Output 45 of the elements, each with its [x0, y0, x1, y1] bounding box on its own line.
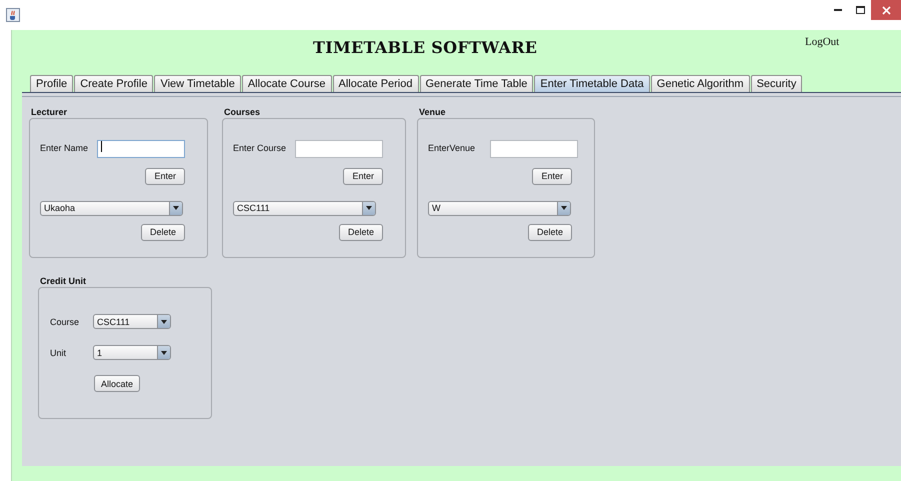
tab[interactable]: Allocate Course [242, 75, 332, 92]
tab[interactable]: Enter Timetable Data [534, 75, 650, 92]
close-button[interactable] [871, 0, 901, 20]
group-title: Credit Unit [40, 275, 87, 287]
tab[interactable]: Generate Time Table [420, 75, 534, 92]
tab[interactable]: Allocate Period [332, 75, 418, 92]
group-title: Courses [224, 106, 262, 118]
delete-button[interactable]: Delete [528, 224, 572, 240]
text-field[interactable] [295, 140, 383, 158]
enter-button[interactable]: Enter [343, 168, 383, 184]
caret-down-icon [366, 206, 372, 210]
tab[interactable]: View Timetable [154, 75, 241, 92]
logout-link[interactable]: LogOut [805, 36, 840, 48]
app-title: TIMETABLE SOFTWARE [313, 37, 538, 57]
app-icon [6, 8, 20, 22]
delete-button[interactable]: Delete [338, 224, 383, 240]
field-label: Unit [50, 348, 68, 358]
dropdown[interactable]: Ukaoha [40, 200, 183, 216]
tab[interactable]: Create Profile [74, 75, 154, 92]
maximize-icon [856, 6, 864, 14]
allocate-button[interactable]: Allocate [94, 375, 140, 392]
delete-button[interactable]: Delete [140, 224, 185, 240]
minimize-icon [834, 9, 842, 11]
group-title: Lecturer [31, 106, 68, 118]
enter-button[interactable]: Enter [532, 168, 572, 184]
field-label: Course [50, 316, 80, 326]
caret-down-icon [173, 206, 179, 210]
tab[interactable]: Security [750, 75, 802, 92]
dropdown[interactable]: W [428, 200, 571, 216]
tab[interactable]: Genetic Algorithm [650, 75, 750, 92]
field-label: EnterVenue [428, 142, 476, 153]
dropdown[interactable]: CSC111 [233, 200, 376, 216]
close-icon [882, 6, 890, 14]
dropdown[interactable]: CSC111 [93, 314, 171, 329]
enter-button[interactable]: Enter [145, 168, 185, 184]
tab[interactable]: Profile [30, 75, 74, 92]
text-field[interactable] [490, 140, 578, 158]
dropdown[interactable]: 1 [93, 345, 171, 360]
caret-down-icon [161, 350, 167, 354]
field-label: Enter Course [233, 142, 288, 153]
caret-down-icon [561, 206, 567, 210]
text-field[interactable] [97, 140, 185, 158]
group-title: Venue [419, 106, 447, 118]
field-label: Enter Name [40, 142, 90, 153]
caret-down-icon [161, 320, 167, 324]
